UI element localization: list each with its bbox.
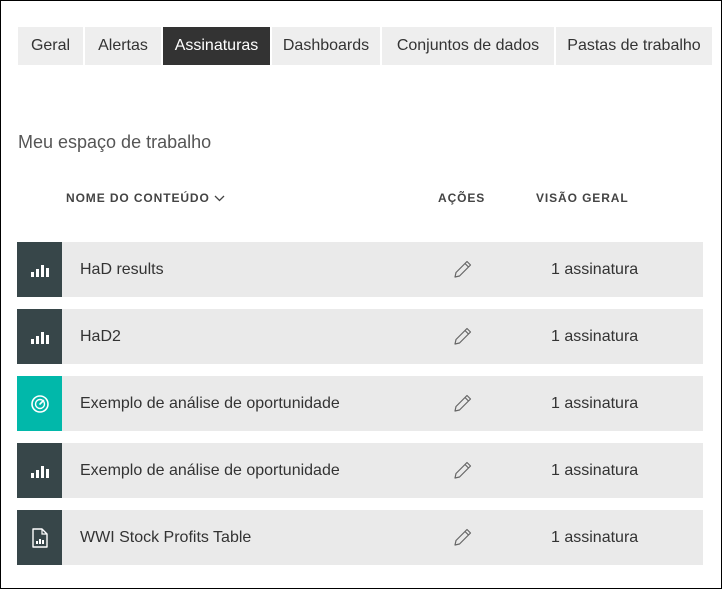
edit-pencil-icon[interactable] (451, 391, 475, 415)
tab-pastas-de-trabalho[interactable]: Pastas de trabalho (556, 27, 712, 65)
column-header-name[interactable]: NOME DO CONTEÚDO (66, 191, 225, 205)
edit-pencil-icon[interactable] (451, 525, 475, 549)
tab-dashboards[interactable]: Dashboards (272, 27, 380, 65)
list-item: WWI Stock Profits Table 1 assinatura (17, 510, 703, 565)
column-header-actions: AÇÕES (438, 191, 486, 205)
tab-alertas[interactable]: Alertas (85, 27, 161, 65)
list-item: Exemplo de análise de oportunidade 1 ass… (17, 376, 703, 431)
content-name: HaD2 (80, 328, 121, 345)
column-header-overview: VISÃO GERAL (536, 191, 629, 205)
subscription-count-link[interactable]: 1 assinatura (551, 510, 638, 565)
tab-assinaturas[interactable]: Assinaturas (163, 27, 270, 65)
bar-chart-icon (17, 443, 62, 498)
tab-bar: Geral Alertas Assinaturas Dashboards Con… (18, 27, 712, 65)
edit-pencil-icon[interactable] (451, 458, 475, 482)
workspace-title: Meu espaço de trabalho (18, 132, 212, 152)
subscription-count-link[interactable]: 1 assinatura (551, 376, 638, 431)
subscription-count-link[interactable]: 1 assinatura (551, 443, 638, 498)
content-name: HaD results (80, 261, 164, 278)
gauge-icon (17, 376, 62, 431)
bar-chart-icon (17, 242, 62, 297)
edit-pencil-icon[interactable] (451, 257, 475, 281)
content-name: Exemplo de análise de oportunidade (80, 395, 340, 412)
tab-conjuntos-de-dados[interactable]: Conjuntos de dados (382, 27, 554, 65)
subscriptions-panel: Geral Alertas Assinaturas Dashboards Con… (0, 0, 722, 589)
content-name: Exemplo de análise de oportunidade (80, 462, 340, 479)
list-item: HaD results 1 assinatura (17, 242, 703, 297)
column-header-name-label: NOME DO CONTEÚDO (66, 191, 210, 205)
subscription-count-link[interactable]: 1 assinatura (551, 242, 638, 297)
paginated-report-icon (17, 510, 62, 565)
subscription-count-link[interactable]: 1 assinatura (551, 309, 638, 364)
list-item: Exemplo de análise de oportunidade 1 ass… (17, 443, 703, 498)
bar-chart-icon (17, 309, 62, 364)
content-name: WWI Stock Profits Table (80, 529, 252, 546)
edit-pencil-icon[interactable] (451, 324, 475, 348)
list-item: HaD2 1 assinatura (17, 309, 703, 364)
tab-geral[interactable]: Geral (18, 27, 83, 65)
chevron-down-icon (214, 195, 225, 202)
